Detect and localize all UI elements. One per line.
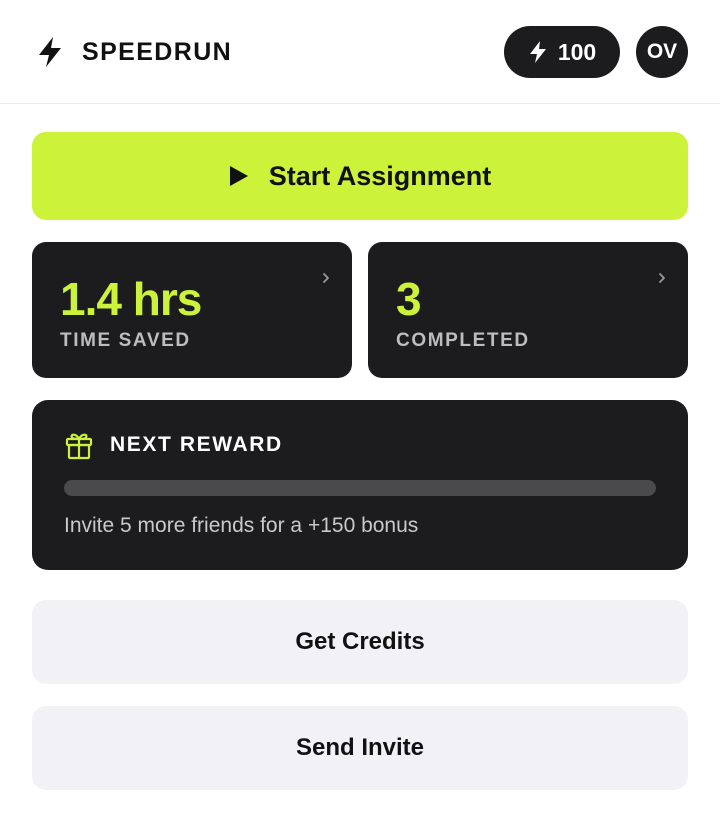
reward-header: NEXT REWARD	[64, 430, 283, 460]
credits-badge[interactable]: 100	[504, 26, 620, 78]
app-header: SPEEDRUN 100 OV	[0, 0, 720, 104]
next-reward-card: NEXT REWARD Invite 5 more friends for a …	[32, 400, 688, 570]
credits-count: 100	[557, 38, 597, 65]
time-saved-value: 1.4 hrs	[60, 273, 202, 325]
play-icon	[229, 166, 248, 186]
time-saved-card[interactable]: 1.4 hrs TIME SAVED	[32, 242, 352, 378]
reward-title: NEXT REWARD	[110, 433, 283, 456]
bolt-icon	[529, 41, 546, 63]
completed-card[interactable]: 3 COMPLETED	[368, 242, 688, 378]
avatar[interactable]: OV	[636, 26, 688, 78]
start-assignment-button[interactable]: Start Assignment	[32, 132, 688, 220]
gift-icon	[65, 433, 93, 460]
start-assignment-label: Start Assignment	[268, 160, 492, 191]
time-saved-label: TIME SAVED	[60, 330, 191, 351]
chevron-right-icon	[323, 273, 329, 283]
reward-description: Invite 5 more friends for a +150 bonus	[64, 514, 419, 537]
reward-progress-bar	[64, 480, 656, 496]
chevron-right-icon	[659, 273, 665, 283]
completed-label: COMPLETED	[396, 330, 530, 351]
send-invite-button[interactable]: Send Invite	[32, 706, 688, 790]
bolt-icon	[39, 37, 61, 67]
brand[interactable]: SPEEDRUN	[36, 36, 232, 68]
completed-value: 3	[396, 273, 422, 325]
get-credits-button[interactable]: Get Credits	[32, 600, 688, 684]
brand-name: SPEEDRUN	[82, 37, 233, 66]
